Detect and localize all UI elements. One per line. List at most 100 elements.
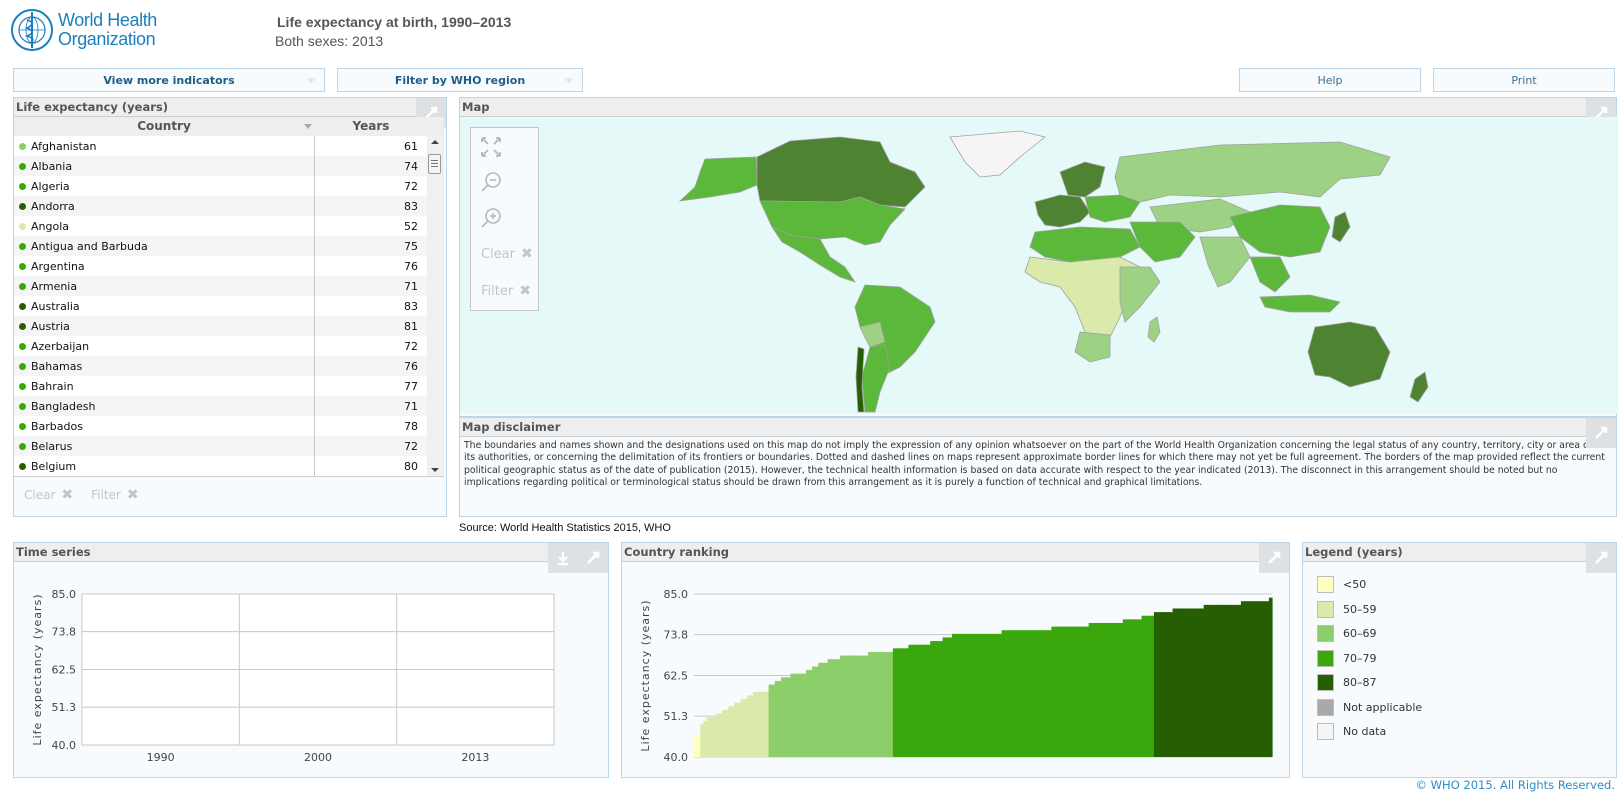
category-dot-icon — [19, 262, 26, 270]
view-more-indicators-dropdown[interactable]: View more indicators — [13, 68, 325, 92]
help-button[interactable]: Help — [1239, 68, 1421, 92]
map-filter-button[interactable]: Filter ✖ — [481, 283, 531, 299]
table-row[interactable]: Azerbaijan 72 — [14, 336, 444, 356]
legend-item[interactable]: No data — [1317, 723, 1386, 740]
y-tick-label: 73.8 — [52, 626, 77, 639]
category-dot-icon — [19, 162, 26, 170]
country-ranking-panel: Country ranking 40.0 51.3 62.5 73.8 85.0 Life… — [621, 542, 1290, 778]
column-header-years[interactable]: Years — [316, 117, 426, 136]
table-row[interactable]: Bahrain 77 — [14, 376, 444, 396]
years-value: 81 — [404, 319, 418, 333]
panel-header: Legend (years) — [1303, 543, 1616, 562]
scroll-up-arrow-icon[interactable] — [431, 140, 439, 144]
fullscreen-expand-icon[interactable] — [479, 135, 503, 159]
map-clear-button[interactable]: Clear ✖ — [481, 246, 533, 262]
legend-swatch — [1317, 576, 1334, 593]
source-note: Source: World Health Statistics 2015, WH… — [459, 522, 671, 534]
legend-label: 50–59 — [1343, 602, 1377, 616]
map-region-australia — [1307, 321, 1391, 388]
table-row[interactable]: Bahamas 76 — [14, 356, 444, 376]
years-value: 71 — [404, 399, 418, 413]
close-icon: ✖ — [126, 486, 139, 503]
who-logo[interactable]: World Health Organization — [10, 6, 165, 54]
table-row[interactable]: Australia 83 — [14, 296, 444, 316]
expand-panel-button[interactable] — [1586, 418, 1616, 448]
category-dot-icon — [19, 222, 26, 230]
table-row[interactable]: Algeria 72 — [14, 176, 444, 196]
map-region-southeast-asia — [1249, 256, 1291, 293]
country-name: Belarus — [31, 439, 73, 453]
y-tick-label: 73.8 — [664, 629, 689, 642]
chevron-down-icon — [306, 78, 316, 83]
table-row[interactable]: Andorra 83 — [14, 196, 444, 216]
time-series-panel: Time series 40.0 51.3 62.5 73.8 85.0 1990 2000… — [13, 542, 609, 778]
country-name: Bahrain — [31, 379, 74, 393]
table-row[interactable]: Barbados 78 — [14, 416, 444, 436]
legend-item[interactable]: Not applicable — [1317, 698, 1422, 716]
legend-swatch — [1317, 723, 1334, 740]
country-name: Armenia — [31, 279, 78, 293]
time-series-chart: 40.0 51.3 62.5 73.8 85.0 1990 2000 2013 Life exp… — [31, 588, 555, 764]
legend-item[interactable]: 50–59 — [1317, 600, 1377, 618]
table-row[interactable]: Belgium 80 — [14, 456, 444, 476]
table-row[interactable]: Afghanistan 61 — [14, 136, 444, 156]
logo-text-line2: Organization — [58, 29, 156, 49]
years-value: 80 — [404, 459, 418, 473]
table-row[interactable]: Bangladesh 71 — [14, 396, 444, 416]
table-row[interactable]: Angola 52 — [14, 216, 444, 236]
country-name: Australia — [31, 299, 80, 313]
table-row[interactable]: Albania 74 — [14, 156, 444, 176]
map-region-bolivia — [859, 321, 886, 348]
close-icon: ✖ — [61, 486, 74, 503]
column-header-country[interactable]: Country — [14, 117, 314, 136]
table-row[interactable]: Antigua and Barbuda 75 — [14, 236, 444, 256]
expand-panel-button[interactable] — [1586, 543, 1616, 573]
view-more-indicators-label: View more indicators — [103, 73, 235, 87]
table-body: Afghanistan 61 Albania 74 Algeria 72 Andorra 83… — [14, 136, 444, 476]
scroll-down-arrow-icon[interactable] — [431, 468, 439, 472]
country-name: Andorra — [31, 199, 75, 213]
legend-item[interactable]: <50 — [1317, 576, 1366, 593]
sort-caret-icon[interactable] — [304, 124, 312, 129]
table-row[interactable]: Argentina 76 — [14, 256, 444, 276]
zoom-in-icon[interactable] — [479, 206, 503, 230]
table-row[interactable]: Belarus 72 — [14, 436, 444, 456]
page-subtitle: Both sexes: 2013 — [275, 33, 384, 49]
legend-item[interactable]: 60–69 — [1317, 625, 1377, 642]
panel-header: Life expectancy (years) — [14, 98, 446, 117]
clear-label: Clear — [24, 487, 56, 502]
legend-label: 60–69 — [1343, 627, 1377, 640]
country-name: Argentina — [31, 259, 85, 273]
country-name: Bahamas — [31, 359, 83, 373]
filter-by-region-dropdown[interactable]: Filter by WHO region — [337, 68, 583, 92]
map-region-east-africa — [1119, 266, 1161, 323]
table-row[interactable]: Austria 81 — [14, 316, 444, 336]
legend-item[interactable]: 80–87 — [1317, 674, 1377, 691]
country-ranking-chart: 40.0 51.3 62.5 73.8 85.0 Life expectancy (yea… — [639, 588, 1273, 764]
years-value: 72 — [404, 339, 418, 353]
map-region-russia — [1114, 141, 1391, 203]
scroll-thumb[interactable] — [428, 154, 441, 174]
country-name: Barbados — [31, 419, 83, 433]
zoom-out-icon[interactable] — [479, 170, 503, 194]
category-dot-icon — [19, 462, 26, 470]
years-value: 72 — [404, 179, 418, 193]
category-dot-icon — [19, 442, 26, 450]
filter-selection-button[interactable]: Filter ✖ — [91, 487, 138, 503]
help-label: Help — [1317, 73, 1343, 87]
map-region-western-europe — [1034, 194, 1091, 228]
panel-header: Country ranking — [622, 543, 1289, 562]
world-map[interactable]: Clear ✖ Filter ✖ — [460, 117, 1618, 414]
logo-text-line1: World Health — [58, 10, 157, 30]
disclaimer-text: The boundaries and names shown and the d… — [464, 440, 1605, 489]
category-dot-icon — [19, 362, 26, 370]
print-button[interactable]: Print — [1433, 68, 1615, 92]
table-scrollbar[interactable] — [427, 136, 444, 476]
filter-label: Filter — [91, 487, 121, 502]
legend-label: No data — [1343, 725, 1387, 738]
table-row[interactable]: Armenia 71 — [14, 276, 444, 296]
legend-item[interactable]: 70–79 — [1317, 649, 1377, 667]
clear-selection-button[interactable]: Clear ✖ — [24, 487, 73, 503]
panel-title: Map — [462, 100, 490, 114]
world-map-svg[interactable] — [460, 117, 1618, 414]
